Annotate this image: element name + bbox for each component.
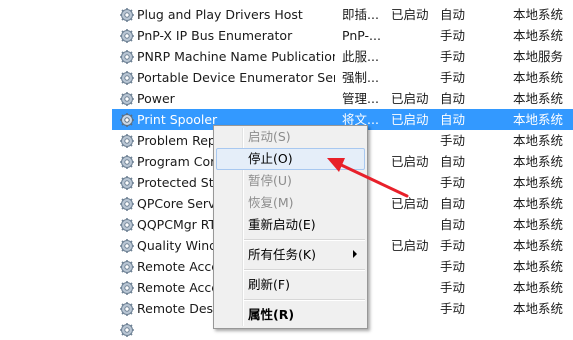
service-row[interactable]: Portable Device Enumerator Ser... 强制... …	[112, 67, 573, 88]
service-startup-type: 自动	[440, 196, 466, 211]
gear-icon	[120, 71, 134, 85]
gear-icon	[120, 29, 134, 43]
menu-item-start[interactable]: 启动(S)	[216, 126, 365, 148]
menu-item-label: 重新启动(E)	[248, 217, 316, 232]
service-status: 已启动	[391, 91, 429, 106]
service-logon-as: 本地系统	[513, 280, 564, 295]
gear-icon	[120, 113, 134, 127]
submenu-arrow-icon	[353, 250, 357, 258]
service-description: 管理...	[342, 91, 379, 106]
menu-item-refresh[interactable]: 刷新(F)	[216, 274, 365, 296]
service-name: Portable Device Enumerator Ser...	[137, 70, 335, 85]
menu-item-label: 暂停(U)	[248, 173, 292, 188]
gear-icon	[120, 197, 134, 211]
gear-icon	[120, 218, 134, 232]
service-name: Power	[137, 91, 175, 106]
service-startup-type: 手动	[440, 175, 466, 190]
service-startup-type: 手动	[440, 238, 466, 253]
gear-icon	[120, 8, 134, 22]
service-startup-type: 自动	[440, 7, 466, 22]
service-logon-as: 本地系统	[513, 259, 564, 274]
service-logon-as: 本地服务	[513, 49, 564, 64]
service-status: 已启动	[391, 154, 429, 169]
gear-icon	[120, 302, 134, 316]
service-logon-as: 本地系统	[513, 196, 564, 211]
gear-icon	[120, 50, 134, 64]
service-status: 已启动	[391, 7, 429, 22]
menu-item-label: 停止(O)	[248, 151, 293, 166]
service-row[interactable]: Plug and Play Drivers Host 即插... 已启动 自动 …	[112, 4, 573, 25]
service-startup-type: 手动	[440, 133, 466, 148]
menu-item-label: 恢复(M)	[248, 195, 294, 210]
menu-item-properties[interactable]: 属性(R)	[216, 304, 365, 326]
service-description: 强制...	[342, 70, 379, 85]
service-logon-as: 本地系统	[513, 217, 564, 232]
service-startup-type: 手动	[440, 301, 466, 316]
service-row[interactable]: PNRP Machine Name Publication... 此服... 手…	[112, 46, 573, 67]
service-row[interactable]: Power 管理... 已启动 自动 本地系统	[112, 88, 573, 109]
gear-icon	[120, 239, 134, 253]
service-logon-as: 本地系统	[513, 28, 564, 43]
service-status: 已启动	[391, 112, 429, 127]
service-name: PnP-X IP Bus Enumerator	[137, 28, 293, 43]
service-startup-type: 手动	[440, 49, 466, 64]
gear-icon	[120, 92, 134, 106]
gear-icon	[120, 323, 134, 337]
menu-separator	[244, 269, 365, 271]
service-logon-as: 本地系统	[513, 133, 564, 148]
service-description: PnP-...	[342, 28, 381, 43]
service-logon-as: 本地系统	[513, 301, 564, 316]
service-startup-type: 手动	[440, 280, 466, 295]
menu-item-all-tasks[interactable]: 所有任务(K)	[216, 244, 365, 266]
service-context-menu: 启动(S) 停止(O) 暂停(U) 恢复(M) 重新启动(E) 所有任务(K) …	[213, 125, 368, 329]
service-startup-type: 自动	[440, 91, 466, 106]
gear-icon	[120, 155, 134, 169]
menu-item-pause[interactable]: 暂停(U)	[216, 170, 365, 192]
service-startup-type: 自动	[440, 154, 466, 169]
service-name: Plug and Play Drivers Host	[137, 7, 303, 22]
service-name: PNRP Machine Name Publication...	[137, 49, 335, 64]
service-logon-as: 本地系统	[513, 70, 564, 85]
service-logon-as: 本地系统	[513, 91, 564, 106]
menu-item-resume[interactable]: 恢复(M)	[216, 192, 365, 214]
menu-item-label: 刷新(F)	[248, 277, 290, 292]
menu-item-restart[interactable]: 重新启动(E)	[216, 214, 365, 236]
service-description: 即插...	[342, 7, 379, 22]
service-description: 此服...	[342, 49, 379, 64]
service-startup-type: 自动	[440, 217, 466, 232]
gear-icon	[120, 134, 134, 148]
service-startup-type: 手动	[440, 259, 466, 274]
menu-item-label: 启动(S)	[248, 129, 291, 144]
menu-separator	[244, 299, 365, 301]
gear-icon	[120, 176, 134, 190]
service-logon-as: 本地系统	[513, 154, 564, 169]
service-status: 已启动	[391, 238, 429, 253]
menu-item-stop[interactable]: 停止(O)	[216, 148, 365, 170]
service-startup-type: 自动	[440, 112, 466, 127]
service-startup-type: 手动	[440, 70, 466, 85]
service-logon-as: 本地系统	[513, 112, 564, 127]
menu-separator	[244, 239, 365, 241]
gear-icon	[120, 281, 134, 295]
service-logon-as: 本地系统	[513, 7, 564, 22]
service-status: 已启动	[391, 196, 429, 211]
service-row[interactable]: PnP-X IP Bus Enumerator PnP-... 手动 本地系统	[112, 25, 573, 46]
left-pane	[0, 0, 112, 327]
menu-item-label: 所有任务(K)	[248, 247, 316, 262]
service-startup-type: 手动	[440, 28, 466, 43]
service-logon-as: 本地系统	[513, 238, 564, 253]
service-logon-as: 本地系统	[513, 175, 564, 190]
menu-item-label: 属性(R)	[248, 307, 295, 322]
gear-icon	[120, 260, 134, 274]
